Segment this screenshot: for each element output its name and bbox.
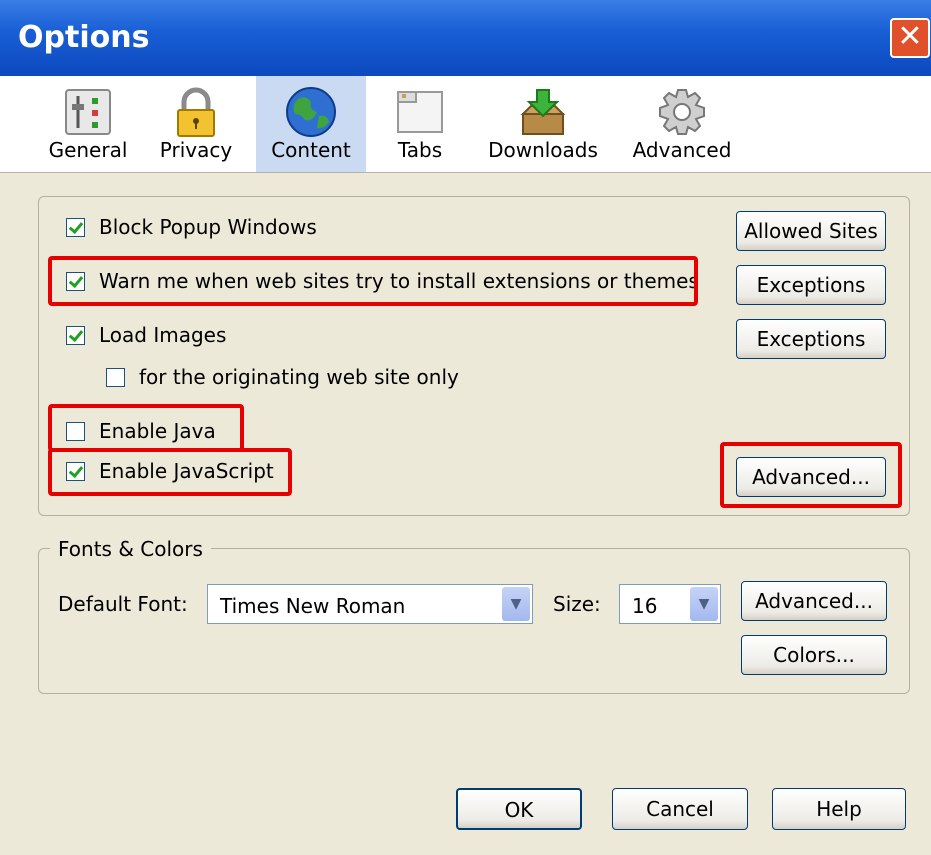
allowed-sites-button[interactable]: Allowed Sites: [736, 211, 886, 251]
tab-content-label: Content: [271, 138, 351, 162]
close-icon[interactable]: ✕: [897, 19, 922, 54]
close-button[interactable]: ✕: [890, 18, 930, 58]
originating-site-only-checkbox[interactable]: [106, 368, 125, 387]
tab-content[interactable]: Content: [256, 76, 366, 172]
warn-extensions-label: Warn me when web sites try to install ex…: [99, 269, 699, 293]
gear-icon: [659, 89, 705, 135]
ok-button[interactable]: OK: [456, 788, 582, 830]
colors-button[interactable]: Colors...: [741, 635, 887, 675]
cancel-button[interactable]: Cancel: [612, 788, 748, 830]
font-size-select[interactable]: 16 ▼: [619, 584, 721, 624]
extensions-exceptions-button[interactable]: Exceptions: [736, 265, 886, 305]
enable-java-label: Enable Java: [99, 419, 216, 443]
options-dialog: Options ✕ General Privacy Content Tabs D…: [0, 0, 931, 855]
enable-javascript-checkbox[interactable]: [66, 462, 85, 481]
tab-downloads-label: Downloads: [488, 138, 598, 162]
tab-general[interactable]: General: [40, 76, 136, 172]
tab-privacy-label: Privacy: [159, 138, 233, 162]
size-label: Size:: [553, 592, 601, 616]
javascript-advanced-button[interactable]: Advanced...: [736, 457, 886, 497]
default-font-label: Default Font:: [58, 592, 188, 616]
tab-downloads[interactable]: Downloads: [478, 76, 608, 172]
title-bar: Options ✕: [0, 0, 931, 76]
window-title: Options: [18, 20, 150, 55]
images-exceptions-button[interactable]: Exceptions: [736, 319, 886, 359]
tab-general-label: General: [48, 138, 128, 162]
enable-javascript-label: Enable JavaScript: [99, 459, 274, 483]
originating-site-only-label: for the originating web site only: [139, 365, 459, 389]
lock-icon: [177, 87, 215, 137]
general-icon: [65, 89, 111, 135]
block-popups-label: Block Popup Windows: [99, 215, 317, 239]
default-font-value: Times New Roman: [220, 594, 406, 618]
tabs-icon: [397, 91, 443, 133]
load-images-checkbox[interactable]: [66, 326, 85, 345]
fonts-colors-legend: Fonts & Colors: [50, 537, 211, 561]
download-box-icon: [520, 89, 566, 135]
warn-extensions-checkbox[interactable]: [66, 272, 85, 291]
tab-advanced[interactable]: Advanced: [624, 76, 740, 172]
tab-tabs-label: Tabs: [397, 138, 443, 162]
chevron-down-icon[interactable]: ▼: [502, 587, 530, 621]
block-popups-checkbox[interactable]: [66, 218, 85, 237]
enable-java-checkbox[interactable]: [66, 422, 85, 441]
default-font-select[interactable]: Times New Roman ▼: [207, 584, 533, 624]
category-toolbar: General Privacy Content Tabs Downloads A…: [0, 76, 931, 173]
tab-privacy[interactable]: Privacy: [148, 76, 244, 172]
tab-tabs[interactable]: Tabs: [372, 76, 468, 172]
help-button[interactable]: Help: [772, 788, 906, 830]
globe-icon: [286, 87, 336, 137]
tab-advanced-label: Advanced: [632, 138, 732, 162]
fonts-advanced-button[interactable]: Advanced...: [741, 581, 887, 621]
font-size-value: 16: [632, 594, 658, 618]
chevron-down-icon[interactable]: ▼: [690, 587, 718, 621]
load-images-label: Load Images: [99, 323, 227, 347]
